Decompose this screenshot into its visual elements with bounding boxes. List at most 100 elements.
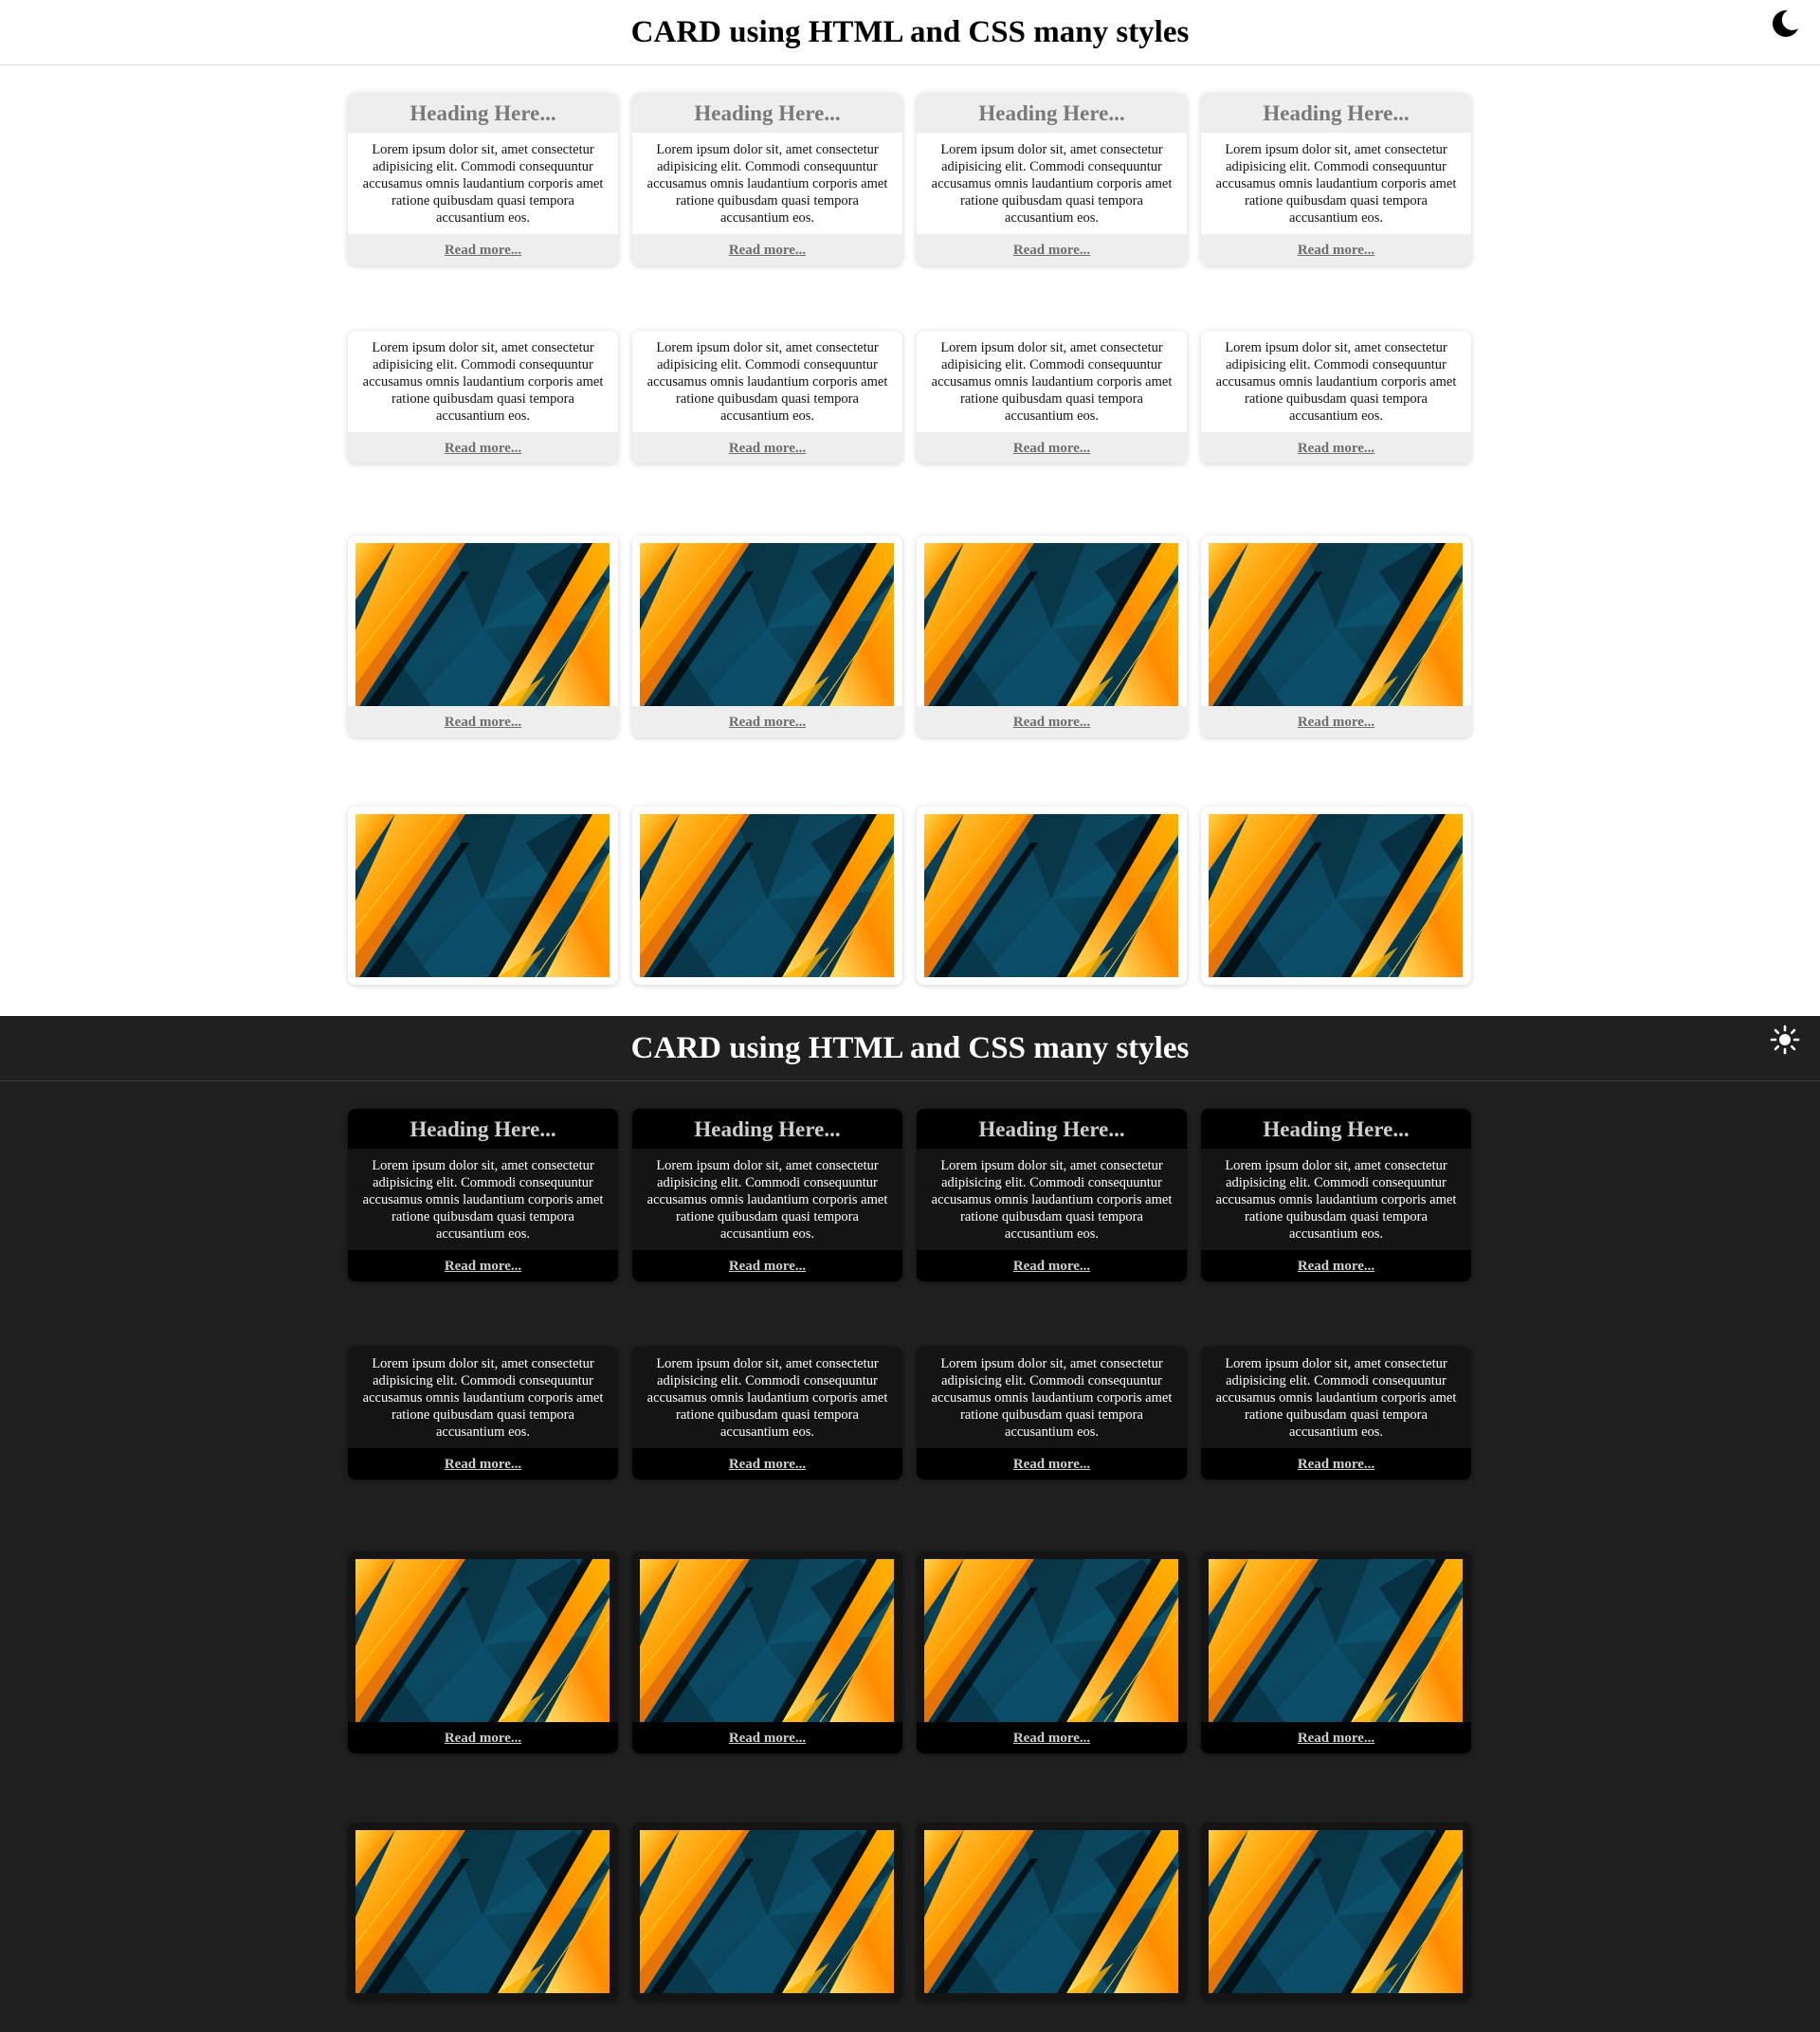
sun-icon[interactable] [1769, 1024, 1801, 1056]
moon-icon[interactable] [1769, 8, 1801, 40]
card-image [348, 1551, 618, 1722]
card-image [348, 1823, 618, 2001]
card-text: Lorem ipsum dolor sit, amet consectetur … [646, 340, 888, 424]
card[interactable] [917, 1823, 1187, 2001]
card: Read more... [348, 535, 618, 737]
card-text: Lorem ipsum dolor sit, amet consectetur … [1215, 1356, 1457, 1440]
read-more-link[interactable]: Read more... [729, 441, 806, 456]
read-more-link[interactable]: Read more... [1013, 715, 1090, 730]
card-image [632, 1551, 902, 1722]
read-more-link[interactable]: Read more... [1013, 1457, 1090, 1472]
read-more-link[interactable]: Read more... [445, 243, 521, 258]
card-footer: Read more... [1201, 1448, 1471, 1479]
card-text: Lorem ipsum dolor sit, amet consectetur … [1215, 340, 1457, 424]
card-image [632, 1823, 902, 2001]
card-image [1201, 1551, 1471, 1722]
page-header: CARD using HTML and CSS many styles [0, 0, 1820, 65]
card-row-image-only [348, 1823, 1472, 2001]
card-text: Lorem ipsum dolor sit, amet consectetur … [646, 1158, 888, 1242]
card-text: Lorem ipsum dolor sit, amet consectetur … [931, 340, 1173, 424]
card-footer: Read more... [917, 706, 1187, 737]
card-footer: Read more... [632, 432, 902, 463]
light-theme-section: CARD using HTML and CSS many styles Head… [0, 0, 1820, 1016]
page-header: CARD using HTML and CSS many styles [0, 1016, 1820, 1081]
card-image [632, 535, 902, 706]
read-more-link[interactable]: Read more... [1013, 441, 1090, 456]
read-more-link[interactable]: Read more... [729, 715, 806, 730]
card-footer: Read more... [1201, 1722, 1471, 1753]
card-heading: Heading Here... [1201, 93, 1471, 133]
read-more-link[interactable]: Read more... [729, 243, 806, 258]
card-row-text-link: Lorem ipsum dolor sit, amet consectetur … [348, 331, 1472, 463]
read-more-link[interactable]: Read more... [445, 1457, 521, 1472]
read-more-link[interactable]: Read more... [445, 441, 521, 456]
card[interactable] [632, 807, 902, 985]
card[interactable] [1201, 807, 1471, 985]
card-image [348, 807, 618, 985]
read-more-link[interactable]: Read more... [1298, 441, 1374, 456]
card-footer: Read more... [1201, 1250, 1471, 1281]
card-footer: Read more... [1201, 706, 1471, 737]
read-more-link[interactable]: Read more... [1298, 243, 1374, 258]
card: Heading Here... Lorem ipsum dolor sit, a… [632, 1109, 902, 1281]
read-more-link[interactable]: Read more... [1013, 243, 1090, 258]
card: Lorem ipsum dolor sit, amet consectetur … [348, 331, 618, 463]
card: Heading Here... Lorem ipsum dolor sit, a… [632, 93, 902, 265]
read-more-link[interactable]: Read more... [445, 1259, 521, 1274]
read-more-link[interactable]: Read more... [1298, 1259, 1374, 1274]
card: Heading Here... Lorem ipsum dolor sit, a… [348, 1109, 618, 1281]
card-image [917, 1551, 1187, 1722]
card[interactable] [348, 1823, 618, 2001]
read-more-link[interactable]: Read more... [1298, 1731, 1374, 1746]
page-title: CARD using HTML and CSS many styles [630, 1031, 1190, 1065]
card-footer: Read more... [917, 432, 1187, 463]
card-row-image-only [348, 807, 1472, 985]
card-text: Lorem ipsum dolor sit, amet consectetur … [931, 142, 1173, 226]
card-heading: Heading Here... [348, 1109, 618, 1149]
card-image [917, 535, 1187, 706]
card-row-heading-text-link: Heading Here... Lorem ipsum dolor sit, a… [348, 1109, 1472, 1281]
card-image [1201, 535, 1471, 706]
card-heading: Heading Here... [1201, 1109, 1471, 1149]
card[interactable] [632, 1823, 902, 2001]
card-heading: Heading Here... [632, 1109, 902, 1149]
read-more-link[interactable]: Read more... [445, 715, 521, 730]
card-text: Lorem ipsum dolor sit, amet consectetur … [1215, 1158, 1457, 1242]
card-image [348, 535, 618, 706]
card-footer: Read more... [632, 1448, 902, 1479]
card-footer: Read more... [917, 234, 1187, 265]
card: Heading Here... Lorem ipsum dolor sit, a… [917, 93, 1187, 265]
card[interactable] [1201, 1823, 1471, 2001]
read-more-link[interactable]: Read more... [445, 1731, 521, 1746]
read-more-link[interactable]: Read more... [1013, 1259, 1090, 1274]
card-text: Lorem ipsum dolor sit, amet consectetur … [931, 1356, 1173, 1440]
card-image [917, 807, 1187, 985]
card: Heading Here... Lorem ipsum dolor sit, a… [348, 93, 618, 265]
card[interactable] [348, 807, 618, 985]
page-title: CARD using HTML and CSS many styles [630, 15, 1190, 49]
card-footer: Read more... [348, 1448, 618, 1479]
card-text: Lorem ipsum dolor sit, amet consectetur … [362, 1158, 604, 1242]
card-footer: Read more... [917, 1448, 1187, 1479]
card: Lorem ipsum dolor sit, amet consectetur … [348, 1347, 618, 1479]
read-more-link[interactable]: Read more... [729, 1731, 806, 1746]
read-more-link[interactable]: Read more... [1298, 715, 1374, 730]
card: Lorem ipsum dolor sit, amet consectetur … [632, 331, 902, 463]
card-footer: Read more... [348, 1250, 618, 1281]
card-footer: Read more... [348, 706, 618, 737]
card-footer: Read more... [348, 234, 618, 265]
read-more-link[interactable]: Read more... [729, 1457, 806, 1472]
card-heading: Heading Here... [632, 93, 902, 133]
card-footer: Read more... [1201, 432, 1471, 463]
read-more-link[interactable]: Read more... [1013, 1731, 1090, 1746]
card-row-text-link: Lorem ipsum dolor sit, amet consectetur … [348, 1347, 1472, 1479]
card: Read more... [632, 535, 902, 737]
card-image [1201, 807, 1471, 985]
card-image [632, 807, 902, 985]
card: Lorem ipsum dolor sit, amet consectetur … [632, 1347, 902, 1479]
card: Read more... [348, 1551, 618, 1753]
card-heading: Heading Here... [917, 1109, 1187, 1149]
card[interactable] [917, 807, 1187, 985]
read-more-link[interactable]: Read more... [729, 1259, 806, 1274]
read-more-link[interactable]: Read more... [1298, 1457, 1374, 1472]
